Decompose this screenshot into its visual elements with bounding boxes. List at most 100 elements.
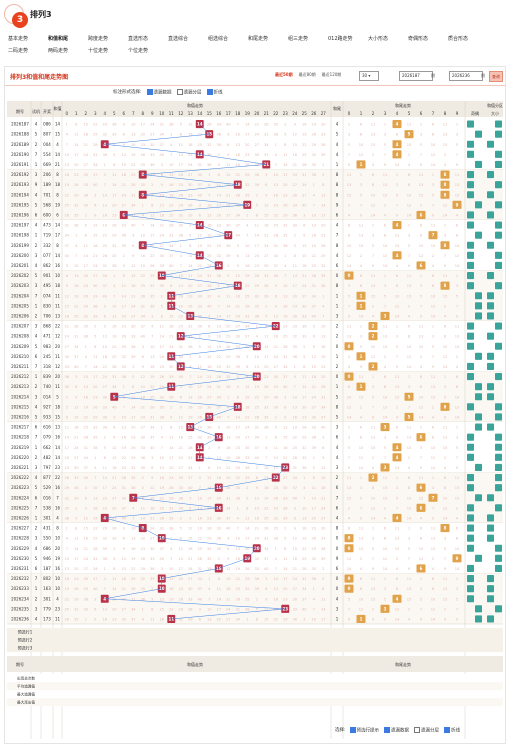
tail-hit-label: 4 [396, 223, 399, 228]
tail-omission: 3 [372, 234, 374, 238]
option-checkbox[interactable]: 折线 [206, 89, 223, 96]
omission-value: 30 [64, 355, 69, 359]
row-draw: 074 [43, 293, 51, 298]
omission-value: 7 [66, 143, 68, 147]
omission-value: 36 [302, 325, 307, 329]
tail-omission: 1 [384, 123, 386, 127]
omission-value: 13 [207, 617, 212, 621]
checkbox-box[interactable] [206, 89, 213, 95]
nav-item[interactable]: 大小形态 [368, 35, 408, 42]
omission-value: 27 [207, 395, 212, 399]
checkbox-box[interactable] [349, 727, 356, 733]
option-checkbox[interactable]: 遗漏分层 [176, 89, 202, 96]
query-button[interactable]: 查询 [489, 71, 503, 82]
omission-value: 35 [121, 365, 126, 369]
omission-value: 3 [303, 213, 305, 217]
tail-omission: 13 [359, 537, 364, 541]
nav-item[interactable]: 跨度走势 [88, 35, 128, 42]
row-issue: 2026192 [11, 172, 29, 177]
nav-item[interactable]: 二码走势 [8, 47, 48, 54]
omission-value: 13 [292, 405, 297, 409]
omission-value: 24 [197, 274, 202, 278]
omission-value: 32 [226, 365, 231, 369]
omission-value: 40 [178, 375, 183, 379]
quick-range-button[interactable]: 最近80期 [299, 72, 316, 78]
omission-value: 33 [216, 527, 221, 531]
omission-value: 34 [216, 395, 221, 399]
nav-item[interactable]: 个位走势 [128, 47, 168, 54]
option-checkbox[interactable]: 折线 [444, 727, 460, 734]
preselect-row-bg [7, 628, 503, 636]
omission-value: 17 [83, 264, 88, 268]
nav-item[interactable]: 质合形态 [448, 35, 488, 42]
from-input[interactable]: 2026187 [399, 71, 433, 81]
option-checkbox[interactable]: 遗漏数据 [146, 89, 172, 96]
checkbox-box[interactable] [146, 89, 153, 95]
count-select[interactable]: 30 ▾ [359, 71, 379, 81]
omission-value: 23 [216, 224, 221, 228]
row-issue: 2026201 [11, 263, 29, 268]
tail-hit-label: 1 [360, 293, 363, 298]
omission-value: 39 [292, 224, 297, 228]
option-checkbox[interactable]: 预选行提示 [349, 727, 379, 734]
omission-value: 2 [142, 476, 144, 480]
shape-hit-mark [467, 282, 474, 290]
nav-item[interactable]: 组三走势 [288, 35, 328, 42]
omission-value: 15 [121, 163, 126, 167]
omission-value: 26 [302, 426, 307, 430]
shape-hit-mark [467, 221, 474, 229]
tail-omission: 2 [360, 254, 362, 258]
tail-omission: 5 [432, 345, 434, 349]
tail-omission: 13 [383, 335, 388, 339]
omission-value: 35 [64, 506, 69, 510]
nav-item[interactable]: 两码走势 [48, 47, 88, 54]
omission-value: 35 [273, 123, 278, 127]
omission-value: 34 [121, 496, 126, 500]
shape-hit-mark [487, 312, 494, 320]
checkbox-box[interactable] [444, 727, 451, 733]
nav-item[interactable]: 直选综合 [168, 35, 208, 42]
checkbox-box[interactable] [384, 727, 391, 733]
row-tail-value: 2 [336, 364, 339, 369]
checkbox-box[interactable] [414, 727, 421, 733]
omission-value: 11 [150, 617, 155, 621]
omission-value: 1 [218, 284, 220, 288]
nav-item[interactable]: 基本走势 [8, 35, 48, 42]
nav-item[interactable]: 012路走势 [328, 35, 368, 42]
omission-value: 12 [140, 375, 145, 379]
row-sum-value: 14 [55, 445, 61, 450]
nav-item[interactable]: 直选形态 [128, 35, 168, 42]
nav-item[interactable]: 十位走势 [88, 47, 128, 54]
omission-value: 33 [311, 426, 316, 430]
tail-omission: 7 [432, 355, 434, 359]
option-checkbox[interactable]: 遗漏分层 [414, 727, 439, 734]
row-tail-value: 8 [336, 172, 339, 177]
omission-value: 14 [131, 405, 136, 409]
nav-item[interactable]: 和尾走势 [248, 35, 288, 42]
omission-value: 40 [311, 314, 316, 318]
row-sum-value: 23 [55, 465, 61, 470]
shape-hit-mark [495, 120, 502, 128]
to-input[interactable]: 2026236 [449, 71, 483, 81]
omission-value: 35 [74, 617, 79, 621]
omission-value: 25 [321, 375, 326, 379]
quick-range-button[interactable]: 最近120期 [322, 72, 342, 78]
row-sum-value: 20 [55, 344, 61, 349]
shape-hit-mark [467, 191, 474, 199]
omission-value: 5 [322, 577, 324, 581]
tail-omission: 2 [384, 506, 386, 510]
nav-item[interactable]: 组选综合 [208, 35, 248, 42]
omission-value: 13 [83, 385, 88, 389]
option-checkbox[interactable]: 遗漏数据 [384, 727, 409, 734]
tail-omission: 13 [431, 537, 436, 541]
nav-item[interactable]: 奇偶形态 [408, 35, 448, 42]
omission-value: 24 [292, 173, 297, 177]
app-logo: 3 [4, 4, 28, 28]
shape-hit-mark [495, 554, 502, 562]
nav-item[interactable]: 和值和尾 [48, 35, 88, 42]
omission-value: 12 [188, 527, 193, 531]
omission-value: 10 [93, 486, 98, 490]
checkbox-box[interactable] [176, 89, 183, 95]
quick-range-button[interactable]: 最近50期 [275, 72, 293, 78]
logo-mark: 3 [12, 12, 28, 28]
